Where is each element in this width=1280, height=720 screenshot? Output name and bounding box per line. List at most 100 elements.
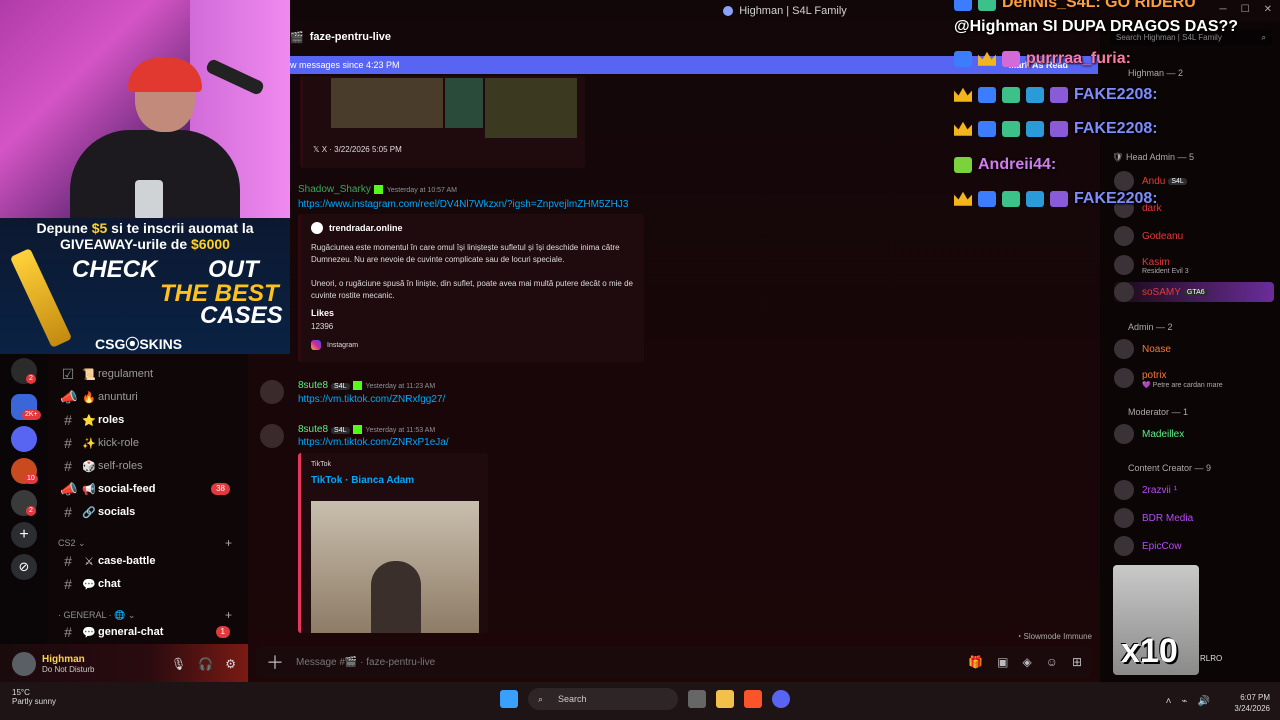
- volume-icon[interactable]: 🔊: [1198, 696, 1210, 707]
- member-item[interactable]: 2razvii ¹: [1114, 480, 1177, 500]
- channel-general-chat[interactable]: # 💬 general-chat 1: [60, 622, 240, 642]
- user-info[interactable]: Highman Do Not Disturb: [42, 654, 94, 674]
- tiktok-video-thumbnail[interactable]: [311, 501, 479, 633]
- avatar[interactable]: [260, 424, 284, 448]
- member-item[interactable]: BDR Media: [1114, 508, 1193, 528]
- channel-social-feed[interactable]: 📣 📢 social-feed 38: [60, 479, 240, 499]
- category-cs2[interactable]: CS2 ⌄ +: [58, 536, 238, 550]
- member-item[interactable]: Noase: [1114, 339, 1171, 359]
- add-channel-icon[interactable]: +: [225, 608, 232, 622]
- megaphone-icon: 📣: [60, 388, 78, 405]
- avatar[interactable]: [260, 380, 284, 404]
- member-item[interactable]: potrix 💜 Petre are cardan mare: [1114, 367, 1223, 389]
- tiktok-embed: TikTok TikTok · Bianca Adam: [298, 453, 488, 633]
- message-composer[interactable]: ＋ Message #🎬 · faze-pentru-live 🎁 ▣ ◈ ☺ …: [256, 646, 1092, 678]
- message-author[interactable]: 8sute8 S4L Yesterday at 11:53 AM: [298, 424, 435, 435]
- task-view-icon[interactable]: [688, 690, 706, 708]
- member-item[interactable]: EpicCow: [1114, 536, 1181, 556]
- message-author[interactable]: Shadow_Sharky Yesterday at 10:57 AM: [298, 184, 457, 195]
- message-link[interactable]: https://vm.tiktok.com/ZNRxfgg27/: [298, 394, 445, 405]
- embed-paragraph-2: Uneori, o rugăciune spusă în liniște, di…: [311, 279, 633, 300]
- gif-icon[interactable]: ▣: [997, 655, 1008, 669]
- x10-sticker: x10: [1113, 565, 1199, 675]
- channel-chat[interactable]: # 💬 chat: [60, 574, 240, 594]
- discord-icon: [723, 6, 734, 16]
- badge-icon: [1002, 86, 1020, 103]
- gift-icon[interactable]: 🎁: [968, 655, 983, 669]
- avatar[interactable]: [12, 652, 36, 676]
- weather-widget[interactable]: 15°C Partly sunny: [12, 688, 56, 706]
- network-icon[interactable]: ⌁: [1182, 696, 1188, 707]
- instagram-embed: trendradar.online Rugăciunea este moment…: [298, 214, 644, 362]
- badge-icon: [978, 190, 996, 207]
- embed-image-2[interactable]: [445, 78, 483, 128]
- chevron-up-icon[interactable]: ˄: [1166, 696, 1172, 707]
- category-general[interactable]: · GENERAL · 🌐 ⌄ +: [58, 608, 238, 622]
- message-author[interactable]: 8sute8 S4L Yesterday at 11:23 AM: [298, 380, 435, 391]
- member-activity: Resident Evil 3: [1142, 268, 1189, 275]
- start-icon[interactable]: [500, 690, 518, 708]
- composer-placeholder[interactable]: Message #🎬 · faze-pentru-live: [296, 657, 435, 668]
- window-title: Highman | S4L Family: [739, 5, 847, 17]
- emoji-icon[interactable]: ☺: [1046, 655, 1058, 669]
- message-link[interactable]: https://www.instagram.com/reel/DV4Nl7Wkz…: [298, 199, 628, 210]
- attach-button[interactable]: ＋: [266, 649, 286, 675]
- overlay-message: FAKE2208:: [954, 190, 1158, 208]
- group-moderator: Moderator — 1: [1128, 407, 1189, 417]
- discord-icon[interactable]: [772, 690, 790, 708]
- file-explorer-icon[interactable]: [716, 690, 734, 708]
- channel-roles[interactable]: # ⭐ roles: [60, 410, 240, 430]
- channel-list: ☑ 📜 regulament 📣 🔥 anunturi # ⭐ roles # ✨ kick-r…: [48, 354, 248, 644]
- kick-icon: [352, 380, 362, 390]
- channel-self-roles[interactable]: # 🎲 self-roles: [60, 456, 240, 476]
- add-server-button[interactable]: +: [11, 522, 37, 548]
- taskbar-apps: ⌕ Search: [500, 688, 790, 710]
- channel-socials[interactable]: # 🔗 socials: [60, 502, 240, 522]
- channel-kick-role[interactable]: # ✨ kick-role: [60, 433, 240, 453]
- group-content-creator: Content Creator — 9: [1128, 463, 1212, 473]
- badge-icon: [1002, 120, 1020, 137]
- avatar: [1114, 480, 1134, 500]
- overlay-message: purrraa_furia:: [954, 50, 1131, 68]
- headphones-icon[interactable]: 🎧: [198, 657, 213, 671]
- crown-icon: [954, 191, 972, 206]
- system-tray: ˄ ⌁ 🔊: [1166, 696, 1210, 707]
- badge-icon: [1050, 190, 1068, 207]
- add-channel-icon[interactable]: +: [225, 536, 232, 550]
- weather-temp: 15°C: [12, 688, 30, 697]
- apps-icon[interactable]: ⊞: [1072, 655, 1082, 669]
- composer-tools: 🎁 ▣ ◈ ☺ ⊞: [968, 655, 1082, 669]
- server-icon[interactable]: [11, 426, 37, 452]
- microphone-icon[interactable]: 🎙: [171, 657, 186, 671]
- hash-icon: #: [64, 504, 72, 520]
- overlay-message: Andreii44:: [954, 156, 1056, 174]
- avatar: [1114, 254, 1134, 275]
- clock[interactable]: 6:07 PM 3/24/2026: [1234, 692, 1270, 714]
- gear-icon[interactable]: ⚙: [225, 657, 236, 671]
- user-panel: Highman Do Not Disturb 🎙 🎧 ⚙: [0, 644, 248, 684]
- discover-button[interactable]: ⊘: [11, 554, 37, 580]
- member-item[interactable]: soSAMY GTA6: [1114, 282, 1274, 302]
- channel-case-battle[interactable]: # ⚔ case-battle: [60, 551, 240, 571]
- avatar: [1114, 424, 1134, 444]
- crown-icon: [954, 87, 972, 102]
- sticker-icon[interactable]: ◈: [1022, 655, 1031, 669]
- embed-title[interactable]: TikTok · Bianca Adam: [311, 475, 414, 486]
- member-item[interactable]: Godeanu: [1114, 226, 1183, 246]
- message-link[interactable]: https://vm.tiktok.com/ZNRxP1eJa/: [298, 437, 449, 448]
- embed-image-3[interactable]: [485, 78, 577, 138]
- search-icon: ⌕: [538, 694, 544, 704]
- member-item[interactable]: Madeillex: [1114, 424, 1184, 444]
- member-partial: RLRO: [1200, 654, 1223, 663]
- likes-label: Likes: [311, 308, 335, 318]
- taskbar-search[interactable]: ⌕ Search: [528, 688, 678, 710]
- member-item[interactable]: Kasim Resident Evil 3: [1114, 254, 1189, 275]
- badge-icon: [1050, 120, 1068, 137]
- embed-image-1[interactable]: [331, 78, 443, 128]
- overlay-message: DenNis_S4L: GO RIDERU: [954, 0, 1196, 12]
- channel-anunturi[interactable]: 📣 🔥 anunturi: [60, 387, 240, 407]
- brave-icon[interactable]: [744, 690, 762, 708]
- badge-icon: [978, 0, 996, 11]
- channel-regulament[interactable]: ☑ 📜 regulament: [60, 364, 240, 384]
- x-logo-icon: 𝕏: [313, 145, 320, 154]
